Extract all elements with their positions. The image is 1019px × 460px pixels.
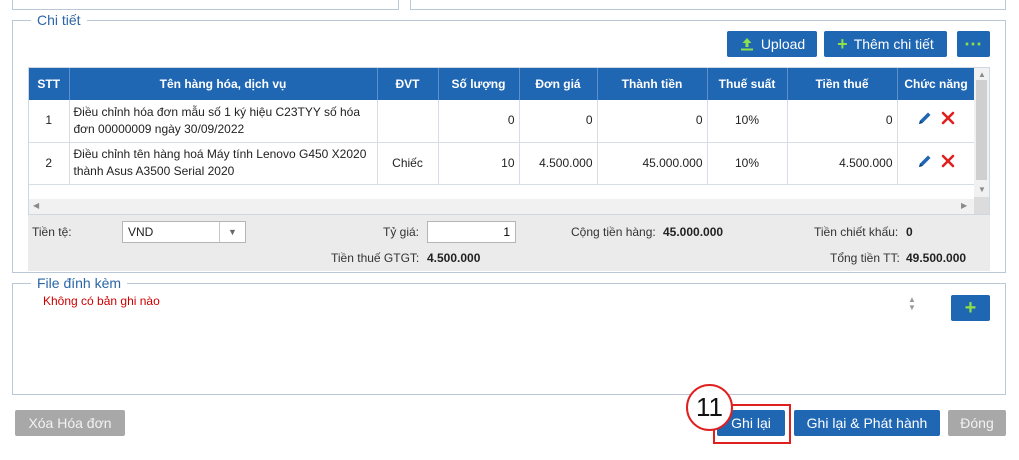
cell-tax: 4.500.000 bbox=[787, 142, 898, 185]
cell-amount: 0 bbox=[597, 100, 708, 143]
discount-label: Tiền chiết khấu: bbox=[814, 225, 899, 239]
currency-label: Tiền tệ: bbox=[32, 225, 72, 239]
cell-unit[interactable]: Chiếc bbox=[377, 142, 439, 185]
delete-x-icon[interactable] bbox=[941, 154, 955, 173]
step-number: 11 bbox=[696, 392, 723, 422]
cell-stt: 1 bbox=[29, 100, 70, 143]
exchange-rate-input[interactable] bbox=[427, 221, 516, 243]
scroll-right-arrow-icon[interactable]: ▶ bbox=[961, 202, 967, 210]
delete-x-icon[interactable] bbox=[941, 111, 955, 130]
exchange-rate-label: Tỷ giá: bbox=[383, 225, 420, 239]
cell-tax: 0 bbox=[787, 100, 898, 143]
attachment-section: File đính kèm bbox=[12, 276, 1006, 395]
col-header-rate: Thuế suất bbox=[707, 68, 788, 100]
cell-name[interactable]: Điều chỉnh hóa đơn mẫu số 1 ký hiệu C23T… bbox=[69, 100, 378, 143]
upload-button[interactable]: Upload bbox=[727, 31, 817, 57]
table-row[interactable]: 2 Điều chỉnh tên hàng hoá Máy tính Lenov… bbox=[29, 142, 976, 185]
vat-label: Tiền thuế GTGT: bbox=[331, 251, 420, 265]
vat-value: 4.500.000 bbox=[427, 251, 481, 265]
upper-panel-left bbox=[12, 0, 399, 10]
attachment-section-legend: File đính kèm bbox=[37, 275, 122, 291]
edit-pencil-icon[interactable] bbox=[917, 110, 933, 131]
upload-icon bbox=[739, 36, 755, 52]
close-button[interactable]: Đóng bbox=[948, 410, 1006, 436]
vertical-scroll-thumb[interactable] bbox=[976, 80, 987, 180]
col-header-stt: STT bbox=[29, 68, 70, 100]
col-header-actions: Chức năng bbox=[897, 68, 976, 100]
grand-total-value: 49.500.000 bbox=[906, 251, 967, 265]
col-header-tax: Tiền thuế bbox=[787, 68, 898, 100]
upload-label: Upload bbox=[760, 36, 806, 52]
add-detail-button[interactable]: + Thêm chi tiết bbox=[824, 31, 947, 57]
summary-panel: Tiền tệ: VND ▼ Tỷ giá: Cộng tiền hàng: 4… bbox=[28, 215, 990, 271]
save-and-publish-label: Ghi lại & Phát hành bbox=[806, 415, 928, 431]
col-header-qty: Số lượng bbox=[438, 68, 520, 100]
more-dots-icon: ⋯ bbox=[964, 33, 983, 54]
cell-actions bbox=[897, 100, 976, 143]
col-header-price: Đơn giá bbox=[519, 68, 598, 100]
currency-value: VND bbox=[128, 225, 154, 239]
save-and-publish-button[interactable]: Ghi lại & Phát hành bbox=[794, 410, 940, 436]
plus-icon: + bbox=[964, 297, 977, 319]
cell-actions bbox=[897, 142, 976, 185]
cell-qty[interactable]: 0 bbox=[438, 100, 520, 143]
col-header-name: Tên hàng hóa, dịch vụ bbox=[69, 68, 378, 100]
grand-total-label: Tổng tiền TT: bbox=[830, 251, 900, 265]
cell-price[interactable]: 0 bbox=[519, 100, 598, 143]
invoice-detail-grid: STT Tên hàng hóa, dịch vụ ĐVT Số lượng Đ… bbox=[28, 67, 990, 215]
cell-rate[interactable]: 10% bbox=[707, 100, 788, 143]
cell-name[interactable]: Điều chỉnh tên hàng hoá Máy tính Lenovo … bbox=[69, 142, 378, 185]
goods-total-label: Cộng tiền hàng: bbox=[571, 225, 656, 239]
col-header-amount: Thành tiền bbox=[597, 68, 708, 100]
edit-pencil-icon[interactable] bbox=[917, 153, 933, 174]
vertical-scrollbar[interactable]: ▲ ▼ bbox=[974, 68, 989, 199]
add-attachment-button[interactable]: + bbox=[951, 295, 990, 321]
discount-value: 0 bbox=[906, 225, 913, 239]
cell-unit[interactable] bbox=[377, 100, 439, 143]
table-header-row: STT Tên hàng hóa, dịch vụ ĐVT Số lượng Đ… bbox=[29, 68, 976, 100]
more-options-button[interactable]: ⋯ bbox=[957, 31, 990, 57]
plus-icon: + bbox=[837, 34, 848, 54]
invoice-detail-table: STT Tên hàng hóa, dịch vụ ĐVT Số lượng Đ… bbox=[29, 68, 976, 185]
scrollbar-corner bbox=[974, 197, 989, 214]
cell-rate[interactable]: 10% bbox=[707, 142, 788, 185]
step-number-badge: 11 bbox=[686, 384, 733, 431]
scroll-down-arrow-icon[interactable]: ▼ bbox=[978, 186, 986, 194]
delete-invoice-button[interactable]: Xóa Hóa đơn bbox=[15, 410, 125, 436]
add-detail-label: Thêm chi tiết bbox=[853, 36, 934, 52]
upper-panel-right bbox=[410, 0, 1006, 10]
cell-stt: 2 bbox=[29, 142, 70, 185]
scroll-left-arrow-icon[interactable]: ◀ bbox=[33, 202, 39, 210]
cell-price[interactable]: 4.500.000 bbox=[519, 142, 598, 185]
detail-section-legend: Chi tiết bbox=[37, 12, 81, 28]
table-row[interactable]: 1 Điều chỉnh hóa đơn mẫu số 1 ký hiệu C2… bbox=[29, 100, 976, 143]
goods-total-value: 45.000.000 bbox=[663, 225, 724, 239]
scroll-up-arrow-icon[interactable]: ▲ bbox=[978, 71, 986, 79]
chevron-down-icon[interactable]: ▼ bbox=[219, 222, 245, 242]
col-header-unit: ĐVT bbox=[377, 68, 439, 100]
sort-arrows-icon[interactable]: ▲ ▼ bbox=[907, 296, 917, 314]
cell-amount: 45.000.000 bbox=[597, 142, 708, 185]
horizontal-scrollbar[interactable]: ◀ ▶ bbox=[29, 199, 975, 214]
delete-invoice-label: Xóa Hóa đơn bbox=[28, 415, 112, 431]
empty-records-message: Không có bản ghi nào bbox=[43, 294, 160, 308]
close-label: Đóng bbox=[960, 415, 994, 431]
cell-qty[interactable]: 10 bbox=[438, 142, 520, 185]
currency-select[interactable]: VND ▼ bbox=[122, 221, 246, 243]
